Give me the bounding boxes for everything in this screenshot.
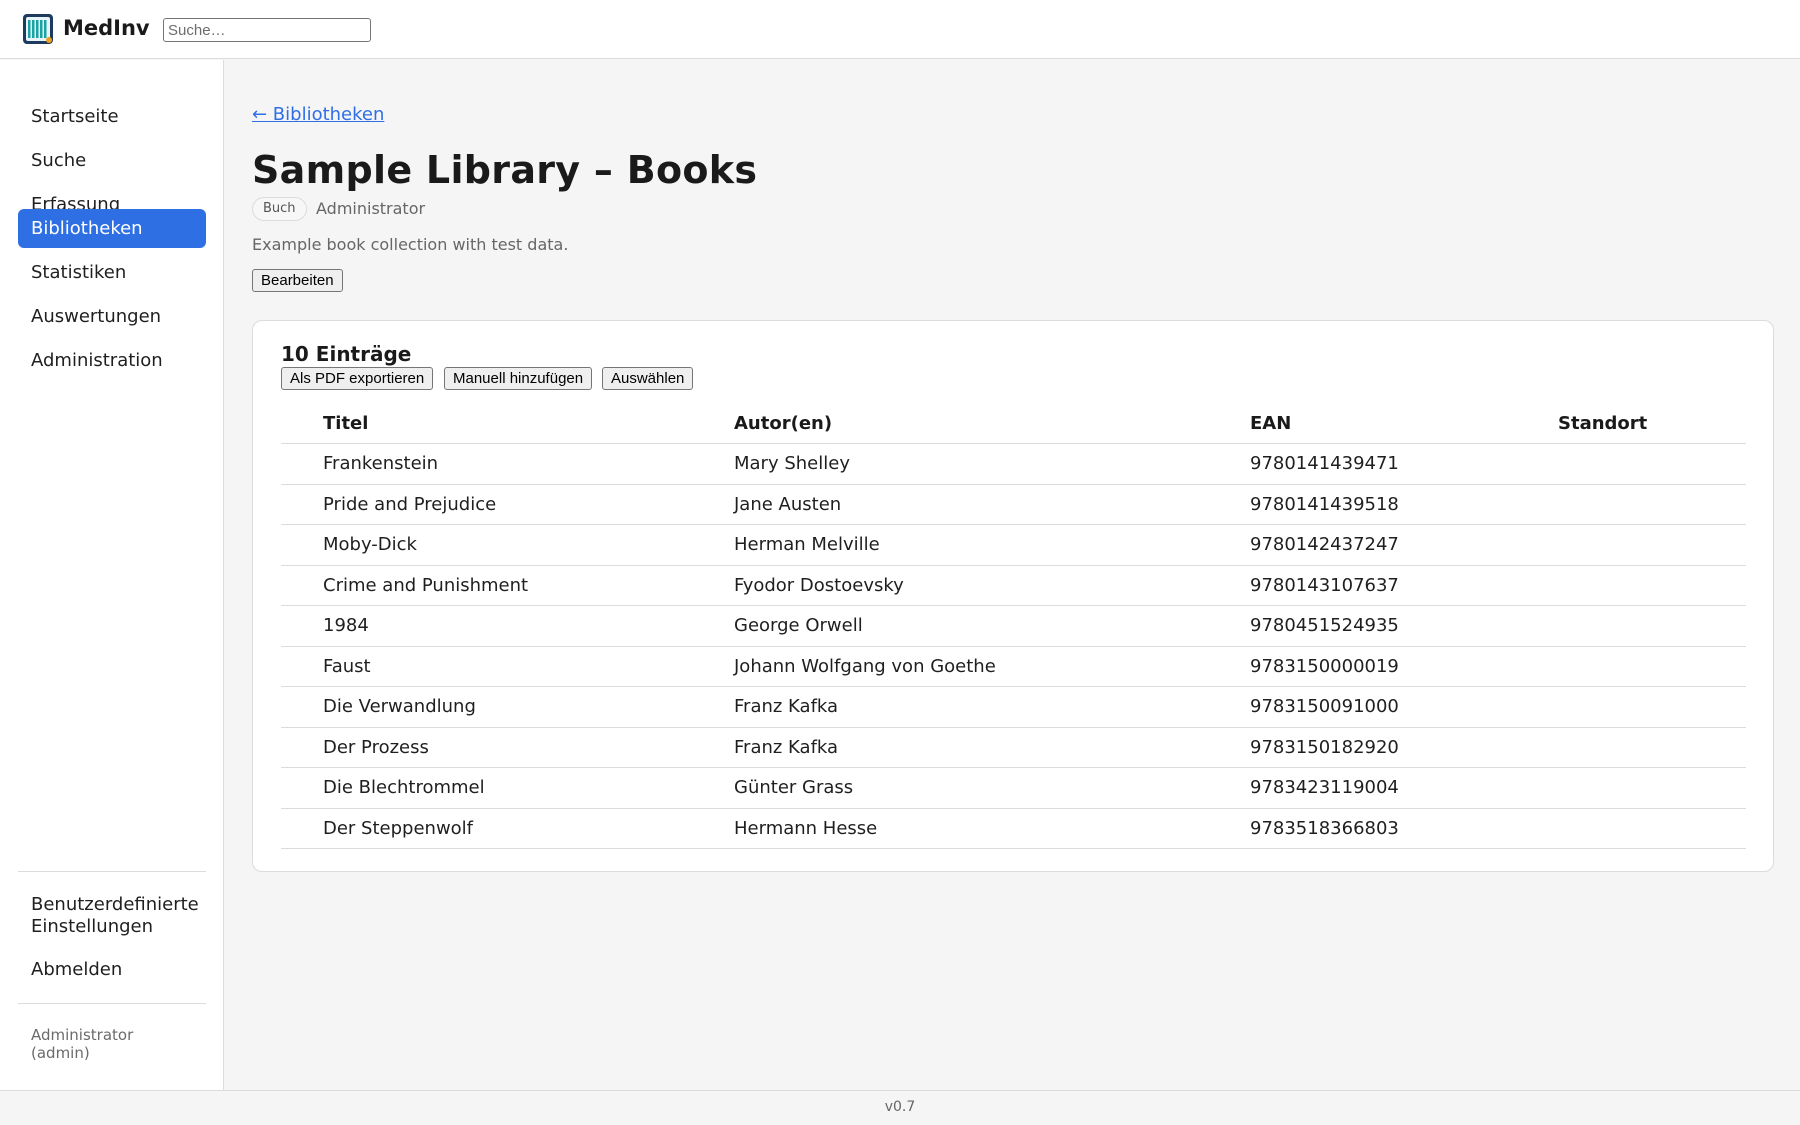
cell-authors: Jane Austen	[734, 493, 842, 515]
export-pdf-button[interactable]: Als PDF exportieren	[281, 367, 434, 390]
library-description: Example book collection with test data.	[252, 235, 569, 254]
search-input[interactable]	[163, 18, 371, 42]
table-row[interactable]: Frankenstein Mary Shelley 9780141439471	[281, 444, 1746, 485]
cell-authors: George Orwell	[734, 615, 863, 636]
cell-ean: 9780143107637	[1250, 574, 1399, 596]
page-title: Sample Library – Books	[252, 148, 758, 192]
library-type-badge: Buch	[252, 197, 307, 221]
current-user-info: Administrator (admin)	[31, 1026, 211, 1062]
cell-authors: Herman Melville	[734, 534, 880, 555]
cell-authors: Johann Wolfgang von Goethe	[734, 655, 996, 677]
footer: v0.7	[0, 1090, 1800, 1125]
library-books-icon[interactable]	[22, 13, 54, 45]
cell-ean: 9783150000019	[1250, 655, 1399, 677]
cell-title: Die Blechtrommel	[323, 777, 485, 798]
entries-table: Titel Autor(en) EAN Standort Frankenstei…	[281, 403, 1746, 849]
cell-authors: Fyodor Dostoevsky	[734, 574, 904, 596]
column-header-location[interactable]: Standort	[1558, 413, 1647, 434]
cell-authors: Franz Kafka	[734, 696, 839, 717]
cell-authors: Günter Grass	[734, 777, 854, 798]
cell-title: Die Verwandlung	[323, 696, 476, 717]
table-row[interactable]: 1984 George Orwell 9780451524935	[281, 606, 1746, 647]
cell-ean: 9780141439518	[1250, 493, 1399, 515]
sidebar-item-administration[interactable]: Administration	[18, 341, 206, 380]
cell-ean: 9783518366803	[1250, 817, 1399, 839]
cell-ean: 9780142437247	[1250, 534, 1399, 555]
table-row[interactable]: Crime and Punishment Fyodor Dostoevsky 978…	[281, 566, 1746, 606]
cell-title: Pride and Prejudice	[323, 493, 497, 515]
back-to-libraries-link[interactable]: ← Bibliotheken	[252, 104, 384, 125]
user-login: (admin)	[31, 1044, 90, 1062]
cell-title: Faust	[323, 655, 371, 677]
sidebar-divider	[18, 871, 206, 872]
user-name: Administrator	[31, 1026, 134, 1044]
cell-title: Frankenstein	[323, 453, 439, 474]
table-row[interactable]: Die Blechtrommel Günter Grass 978342311900…	[281, 768, 1746, 809]
cell-authors: Mary Shelley	[734, 453, 850, 474]
select-button[interactable]: Auswählen	[602, 367, 694, 390]
column-header-authors[interactable]: Autor(en)	[734, 413, 832, 434]
entries-card: 10 Einträge Als PDF exportieren Manuell …	[252, 320, 1774, 872]
sidebar-item-startseite[interactable]: Startseite	[18, 97, 206, 136]
table-row[interactable]: Faust Johann Wolfgang von Goethe 978315000…	[281, 647, 1746, 687]
sidebar-item-suche[interactable]: Suche	[18, 141, 206, 180]
edit-button[interactable]: Bearbeiten	[252, 269, 343, 292]
table-header: Titel Autor(en) EAN Standort	[281, 403, 1746, 444]
cell-authors: Hermann Hesse	[734, 817, 878, 839]
cell-title: Moby-Dick	[323, 534, 417, 555]
library-owner: Administrator	[316, 199, 426, 218]
cell-ean: 9780141439471	[1250, 453, 1399, 474]
cell-ean: 9780451524935	[1250, 615, 1399, 636]
cell-ean: 9783150091000	[1250, 696, 1399, 717]
top-bar: MedInv	[0, 0, 1800, 59]
table-row[interactable]: Der Prozess Franz Kafka 9783150182920	[281, 728, 1746, 768]
cell-title: Der Steppenwolf	[323, 817, 474, 839]
cell-ean: 9783150182920	[1250, 736, 1399, 758]
column-header-title[interactable]: Titel	[323, 413, 368, 434]
sidebar-divider	[18, 1003, 206, 1004]
table-row[interactable]: Pride and Prejudice Jane Austen 9780141439…	[281, 485, 1746, 525]
entries-count-heading: 10 Einträge	[281, 342, 412, 366]
cell-title: Der Prozess	[323, 736, 429, 758]
add-manual-button[interactable]: Manuell hinzufügen	[444, 367, 593, 390]
table-row[interactable]: Der Steppenwolf Hermann Hesse 978351836680…	[281, 809, 1746, 849]
cell-title: 1984	[323, 615, 369, 636]
table-row[interactable]: Die Verwandlung Franz Kafka 9783150091000	[281, 687, 1746, 728]
table-row[interactable]: Moby-Dick Herman Melville 9780142437247	[281, 525, 1746, 566]
sidebar-item-auswertungen[interactable]: Auswertungen	[18, 297, 206, 336]
sidebar-item-statistiken[interactable]: Statistiken	[18, 253, 206, 292]
sidebar: Startseite Suche Erfassung Bibliotheken …	[0, 60, 224, 1090]
version-label: v0.7	[884, 1099, 916, 1115]
cell-title: Crime and Punishment	[323, 574, 529, 596]
custom-settings-link[interactable]: Benutzerdefinierte Einstellungen	[31, 894, 211, 938]
column-header-ean[interactable]: EAN	[1250, 413, 1291, 434]
logout-link[interactable]: Abmelden	[31, 959, 211, 981]
cell-authors: Franz Kafka	[734, 736, 839, 758]
cell-ean: 9783423119004	[1250, 777, 1399, 798]
table-body: Frankenstein Mary Shelley 9780141439471 Pri…	[281, 444, 1746, 849]
app-title[interactable]: MedInv	[63, 16, 150, 40]
sidebar-item-bibliotheken[interactable]: Bibliotheken	[18, 209, 206, 248]
